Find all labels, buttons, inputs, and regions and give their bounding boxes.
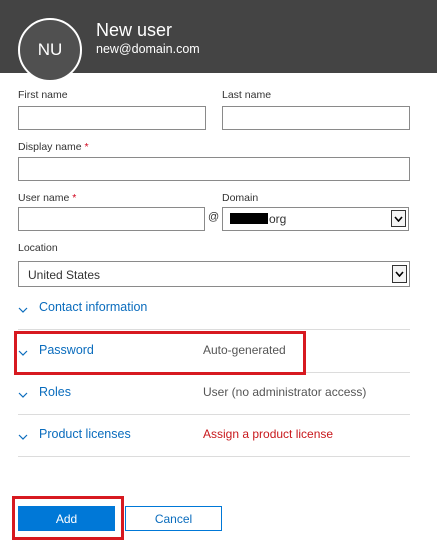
header-title: New user — [96, 20, 173, 40]
redacted-domain — [230, 213, 268, 224]
add-button[interactable]: Add — [18, 506, 115, 531]
at-symbol: @ — [208, 211, 220, 223]
chevron-down-icon — [18, 428, 28, 446]
section-roles[interactable]: Roles User (no administrator access) — [18, 372, 410, 415]
location-value: United States — [28, 268, 101, 282]
user-name-label: User name * — [18, 192, 76, 204]
required-marker: * — [84, 141, 89, 153]
section-value: Assign a product license — [203, 427, 334, 441]
domain-value: org — [269, 212, 287, 226]
section-product-licenses[interactable]: Product licenses Assign a product licens… — [18, 414, 410, 457]
section-title[interactable]: Product licenses — [39, 427, 131, 441]
location-label: Location — [18, 242, 58, 254]
display-name-label-text: Display name — [18, 141, 82, 153]
first-name-label: First name — [18, 89, 68, 101]
last-name-input[interactable] — [222, 106, 410, 130]
section-value: User (no administrator access) — [203, 385, 367, 399]
section-value: Auto-generated — [203, 343, 286, 357]
cancel-button[interactable]: Cancel — [125, 506, 222, 531]
avatar-initials: NU — [37, 40, 63, 59]
display-name-label: Display name * — [18, 141, 89, 153]
section-password[interactable]: Password Auto-generated — [18, 330, 410, 373]
location-select[interactable]: United States — [18, 261, 410, 287]
chevron-down-icon[interactable] — [392, 265, 407, 283]
user-name-label-text: User name — [18, 192, 70, 204]
section-title[interactable]: Password — [39, 343, 94, 357]
avatar: NU — [18, 18, 82, 82]
chevron-down-icon — [18, 301, 28, 319]
chevron-down-icon — [18, 386, 28, 404]
section-title[interactable]: Roles — [39, 385, 71, 399]
chevron-down-icon — [18, 344, 28, 362]
section-contact-information[interactable]: Contact information — [18, 287, 410, 330]
domain-label: Domain — [222, 192, 259, 204]
required-marker: * — [72, 192, 77, 204]
chevron-down-icon[interactable] — [391, 210, 406, 227]
display-name-input[interactable] — [18, 157, 410, 181]
last-name-label: Last name — [222, 89, 272, 101]
first-name-input[interactable] — [18, 106, 206, 130]
divider — [18, 456, 410, 457]
section-title[interactable]: Contact information — [39, 300, 147, 314]
header-email: new@domain.com — [96, 42, 200, 56]
user-name-input[interactable] — [18, 207, 205, 231]
domain-select[interactable]: org — [222, 207, 409, 231]
